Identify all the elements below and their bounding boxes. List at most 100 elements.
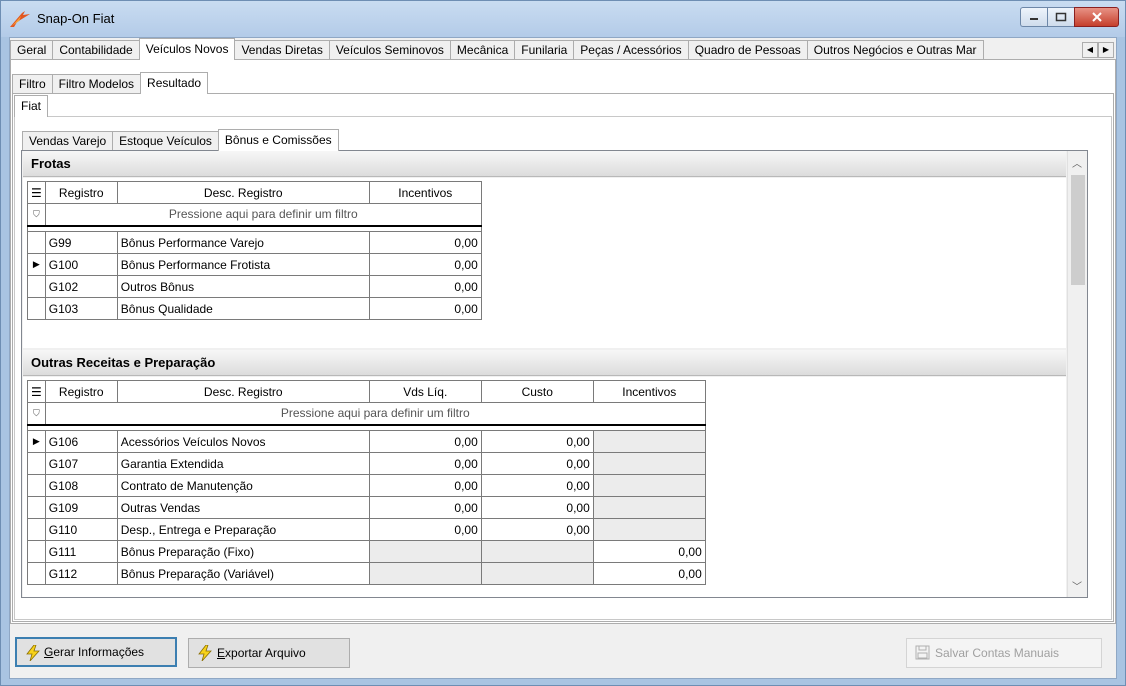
cell-registro[interactable]: G110 xyxy=(44,518,118,541)
reporttab-bonus-e-comissoes[interactable]: Bônus e Comissões xyxy=(217,129,339,151)
cell-registro[interactable]: G102 xyxy=(44,275,118,298)
row-indicator[interactable] xyxy=(27,496,46,519)
current-row-indicator-icon[interactable]: ▶ xyxy=(27,253,46,276)
subtab-filtro-modelos[interactable]: Filtro Modelos xyxy=(52,74,142,94)
row-indicator[interactable] xyxy=(27,231,46,254)
cell-custo[interactable] xyxy=(480,540,594,563)
column-header-registro[interactable]: Registro xyxy=(44,181,118,204)
cell-incentivos[interactable]: 0,00 xyxy=(592,562,706,585)
cell-registro[interactable]: G100 xyxy=(44,253,118,276)
cell-custo[interactable] xyxy=(480,562,594,585)
cell-vds-liq[interactable]: 0,00 xyxy=(368,452,482,475)
cell-registro[interactable]: G111 xyxy=(44,540,118,563)
column-chooser-icon[interactable]: ☰ xyxy=(27,380,46,403)
cell-desc-registro[interactable]: Desp., Entrega e Preparação xyxy=(116,518,370,541)
tab-geral[interactable]: Geral xyxy=(10,40,54,60)
table-row[interactable]: G102 Outros Bônus 0,00 xyxy=(27,275,482,298)
current-row-indicator-icon[interactable]: ▶ xyxy=(27,430,46,453)
cell-registro[interactable]: G106 xyxy=(44,430,118,453)
cell-desc-registro[interactable]: Bônus Preparação (Fixo) xyxy=(116,540,370,563)
tab-quadro-de-pessoas[interactable]: Quadro de Pessoas xyxy=(688,40,808,60)
title-bar[interactable]: Snap-On Fiat xyxy=(1,1,1125,37)
column-header-desc-registro[interactable]: Desc. Registro xyxy=(116,380,370,403)
tab-contabilidade[interactable]: Contabilidade xyxy=(53,40,140,60)
table-row[interactable]: G110 Desp., Entrega e Preparação 0,00 0,00 xyxy=(27,518,706,541)
close-button[interactable] xyxy=(1074,7,1119,27)
salvar-contas-manuais-button[interactable]: Salvar Contas Manuais xyxy=(906,638,1102,668)
column-header-incentivos[interactable]: Incentivos xyxy=(368,181,482,204)
cell-desc-registro[interactable]: Contrato de Manutenção xyxy=(116,474,370,497)
cell-vds-liq[interactable] xyxy=(368,540,482,563)
maximize-button[interactable] xyxy=(1047,7,1074,27)
table-row[interactable]: G108 Contrato de Manutenção 0,00 0,00 xyxy=(27,474,706,497)
tab-funilaria[interactable]: Funilaria xyxy=(515,40,575,60)
table-row[interactable]: G112 Bônus Preparação (Variável) 0,00 xyxy=(27,562,706,585)
cell-incentivos[interactable]: 0,00 xyxy=(368,275,482,298)
row-indicator[interactable] xyxy=(27,562,46,585)
cell-desc-registro[interactable]: Garantia Extendida xyxy=(116,452,370,475)
cell-incentivos[interactable] xyxy=(592,518,706,541)
column-header-desc-registro[interactable]: Desc. Registro xyxy=(116,181,370,204)
cell-registro[interactable]: G103 xyxy=(44,297,118,320)
cell-desc-registro[interactable]: Acessórios Veículos Novos xyxy=(116,430,370,453)
brandtab-fiat[interactable]: Fiat xyxy=(14,95,49,117)
row-indicator[interactable] xyxy=(27,452,46,475)
cell-vds-liq[interactable]: 0,00 xyxy=(368,496,482,519)
tab-mecanica[interactable]: Mecânica xyxy=(450,40,516,60)
vertical-scrollbar[interactable]: ︿ ﹀ xyxy=(1067,151,1087,597)
row-indicator[interactable] xyxy=(27,518,46,541)
column-header-vds-liq[interactable]: Vds Líq. xyxy=(368,380,482,403)
scrollbar-thumb[interactable] xyxy=(1071,175,1085,285)
cell-vds-liq[interactable]: 0,00 xyxy=(368,474,482,497)
table-row[interactable]: G99 Bônus Performance Varejo 0,00 xyxy=(27,231,482,254)
gerar-informacoes-button[interactable]: Gerar Informações xyxy=(15,637,177,667)
cell-incentivos[interactable]: 0,00 xyxy=(368,297,482,320)
tab-outros-negocios-e-outras-mar[interactable]: Outros Negócios e Outras Mar xyxy=(807,40,984,60)
row-indicator[interactable] xyxy=(27,297,46,320)
filter-icon[interactable]: ⛉ xyxy=(27,203,46,226)
table-row[interactable]: G111 Bônus Preparação (Fixo) 0,00 xyxy=(27,540,706,563)
subtab-filtro[interactable]: Filtro xyxy=(12,74,53,94)
tab-scroll-right-button[interactable]: ▶ xyxy=(1098,42,1114,58)
minimize-button[interactable] xyxy=(1020,7,1047,27)
cell-incentivos[interactable]: 0,00 xyxy=(368,253,482,276)
cell-custo[interactable]: 0,00 xyxy=(480,430,594,453)
cell-registro[interactable]: G107 xyxy=(44,452,118,475)
cell-vds-liq[interactable] xyxy=(368,562,482,585)
cell-incentivos[interactable]: 0,00 xyxy=(592,540,706,563)
cell-vds-liq[interactable]: 0,00 xyxy=(368,518,482,541)
row-indicator[interactable] xyxy=(27,275,46,298)
cell-registro[interactable]: G112 xyxy=(44,562,118,585)
row-indicator[interactable] xyxy=(27,540,46,563)
cell-incentivos[interactable] xyxy=(592,496,706,519)
filter-row[interactable]: Pressione aqui para definir um filtro xyxy=(44,402,706,425)
tab-pecas-acessorios[interactable]: Peças / Acessórios xyxy=(574,40,689,60)
filter-row[interactable]: Pressione aqui para definir um filtro xyxy=(44,203,482,226)
cell-desc-registro[interactable]: Bônus Performance Frotista xyxy=(116,253,370,276)
column-header-registro[interactable]: Registro xyxy=(44,380,118,403)
cell-desc-registro[interactable]: Bônus Qualidade xyxy=(116,297,370,320)
cell-custo[interactable]: 0,00 xyxy=(480,496,594,519)
cell-desc-registro[interactable]: Bônus Performance Varejo xyxy=(116,231,370,254)
cell-custo[interactable]: 0,00 xyxy=(480,518,594,541)
cell-incentivos[interactable] xyxy=(592,474,706,497)
subtab-resultado[interactable]: Resultado xyxy=(140,72,209,94)
tab-veiculos-seminovos[interactable]: Veículos Seminovos xyxy=(329,40,451,60)
table-row[interactable]: ▶ G100 Bônus Performance Frotista 0,00 xyxy=(27,253,482,276)
scroll-up-icon[interactable]: ︿ xyxy=(1072,155,1082,170)
column-chooser-icon[interactable]: ☰ xyxy=(27,181,46,204)
cell-registro[interactable]: G109 xyxy=(44,496,118,519)
cell-registro[interactable]: G108 xyxy=(44,474,118,497)
table-row[interactable]: ▶ G106 Acessórios Veículos Novos 0,00 0,00 xyxy=(27,430,706,453)
tab-scroll-left-button[interactable]: ◀ xyxy=(1082,42,1098,58)
cell-custo[interactable]: 0,00 xyxy=(480,474,594,497)
column-header-incentivos[interactable]: Incentivos xyxy=(592,380,706,403)
cell-registro[interactable]: G99 xyxy=(44,231,118,254)
column-header-custo[interactable]: Custo xyxy=(480,380,594,403)
row-indicator[interactable] xyxy=(27,474,46,497)
filter-icon[interactable]: ⛉ xyxy=(27,402,46,425)
cell-incentivos[interactable] xyxy=(592,452,706,475)
cell-desc-registro[interactable]: Outros Bônus xyxy=(116,275,370,298)
table-row[interactable]: G103 Bônus Qualidade 0,00 xyxy=(27,297,482,320)
table-row[interactable]: G109 Outras Vendas 0,00 0,00 xyxy=(27,496,706,519)
